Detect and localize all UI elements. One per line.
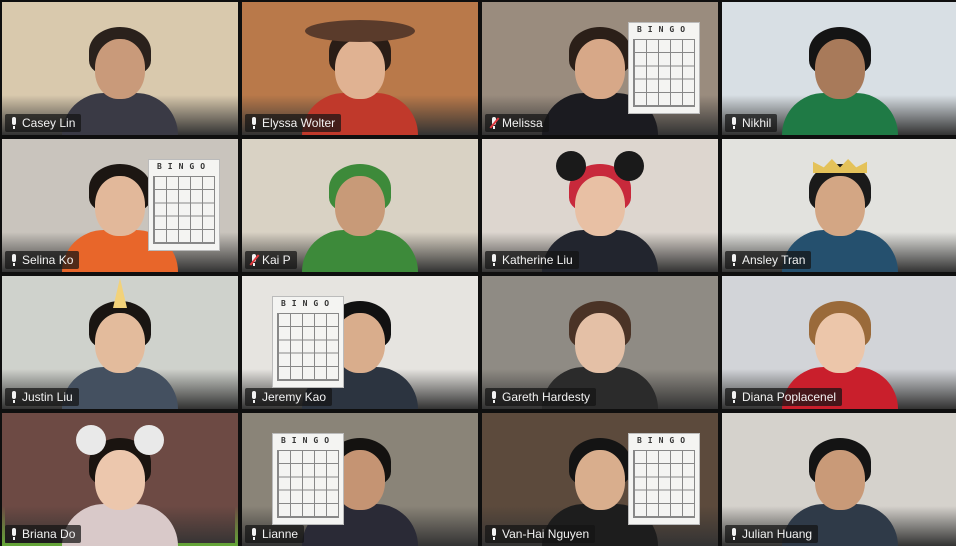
participant-name: Lianne: [262, 527, 299, 541]
ear-headband: [556, 151, 586, 181]
participant-name: Julian Huang: [742, 527, 813, 541]
participant-nameplate: Diana Poplacenel: [725, 388, 843, 406]
bingo-card-title: BINGO: [636, 25, 692, 34]
video-tile[interactable]: Diana Poplacenel: [722, 276, 956, 409]
mic-icon: [729, 527, 739, 541]
participant-name: Melissa: [502, 116, 543, 130]
mic-icon: [9, 116, 19, 130]
mic-icon: [249, 116, 259, 130]
participant-name: Selina Ko: [22, 253, 74, 267]
participant-name: Briana Do: [22, 527, 76, 541]
participant-nameplate: Selina Ko: [5, 251, 80, 269]
mic-icon: [729, 390, 739, 404]
bingo-card: BINGO: [628, 433, 700, 525]
bingo-card-title: BINGO: [280, 436, 336, 445]
participant-name: Ansley Tran: [742, 253, 806, 267]
ear-headband: [76, 425, 106, 455]
participant-nameplate: Melissa: [485, 114, 549, 132]
video-tile[interactable]: Katherine Liu: [482, 139, 718, 272]
participant-name: Van-Hai Nguyen: [502, 527, 590, 541]
participant-nameplate: Ansley Tran: [725, 251, 812, 269]
bingo-card: BINGO: [272, 433, 344, 525]
participant-silhouette: [300, 154, 420, 272]
mic-icon: [489, 390, 499, 404]
ear-headband: [134, 425, 164, 455]
video-tile[interactable]: BINGO Melissa: [482, 2, 718, 135]
mic-icon: [729, 253, 739, 267]
mic-icon: [489, 527, 499, 541]
participant-nameplate: Nikhil: [725, 114, 778, 132]
video-tile[interactable]: Nikhil: [722, 2, 956, 135]
mic-icon: [729, 116, 739, 130]
witch-hat: [305, 20, 415, 42]
mic-icon: [249, 390, 259, 404]
participant-nameplate: Van-Hai Nguyen: [485, 525, 596, 543]
video-tile[interactable]: Gareth Hardesty: [482, 276, 718, 409]
participant-nameplate: Justin Liu: [5, 388, 79, 406]
video-tile[interactable]: Ansley Tran: [722, 139, 956, 272]
mic-icon: [489, 253, 499, 267]
participant-name: Nikhil: [742, 116, 772, 130]
video-tile[interactable]: Elyssa Wolter: [242, 2, 478, 135]
participant-nameplate: Elyssa Wolter: [245, 114, 342, 132]
participant-nameplate: Katherine Liu: [485, 251, 579, 269]
participant-nameplate: Briana Do: [5, 525, 82, 543]
video-tile[interactable]: Casey Lin: [2, 2, 238, 135]
mic-icon: [9, 390, 19, 404]
participant-name: Katherine Liu: [502, 253, 573, 267]
video-tile[interactable]: BINGO Selina Ko: [2, 139, 238, 272]
bingo-card-title: BINGO: [156, 162, 212, 171]
participant-nameplate: Jeremy Kao: [245, 388, 333, 406]
video-tile[interactable]: Briana Do: [2, 413, 238, 546]
mic-icon: [9, 253, 19, 267]
participant-silhouette: [780, 17, 900, 135]
bingo-card-title: BINGO: [280, 299, 336, 308]
video-tile[interactable]: Justin Liu: [2, 276, 238, 409]
video-tile[interactable]: Kai P: [242, 139, 478, 272]
participant-name: Gareth Hardesty: [502, 390, 591, 404]
participant-name: Elyssa Wolter: [262, 116, 336, 130]
ear-headband: [614, 151, 644, 181]
video-tile[interactable]: BINGO Lianne: [242, 413, 478, 546]
participant-nameplate: Casey Lin: [5, 114, 82, 132]
participant-name: Diana Poplacenel: [742, 390, 837, 404]
participant-nameplate: Gareth Hardesty: [485, 388, 597, 406]
participant-name: Jeremy Kao: [262, 390, 327, 404]
participant-nameplate: Lianne: [245, 525, 305, 543]
video-tile[interactable]: BINGO Jeremy Kao: [242, 276, 478, 409]
video-gallery: Casey Lin Elyssa Wolter BINGO Melissa Nikhil…: [2, 2, 956, 546]
participant-nameplate: Kai P: [245, 251, 297, 269]
bingo-card: BINGO: [148, 159, 220, 251]
bingo-card: BINGO: [628, 22, 700, 114]
mic-icon: [249, 527, 259, 541]
participant-name: Kai P: [262, 253, 291, 267]
mic-icon: [9, 527, 19, 541]
participant-nameplate: Julian Huang: [725, 525, 819, 543]
participant-name: Justin Liu: [22, 390, 73, 404]
video-tile[interactable]: Julian Huang: [722, 413, 956, 546]
mic-muted-icon: [249, 253, 260, 267]
bingo-card-title: BINGO: [636, 436, 692, 445]
video-tile[interactable]: BINGO Van-Hai Nguyen: [482, 413, 718, 546]
bingo-card: BINGO: [272, 296, 344, 388]
participant-name: Casey Lin: [22, 116, 76, 130]
mic-muted-icon: [489, 116, 500, 130]
